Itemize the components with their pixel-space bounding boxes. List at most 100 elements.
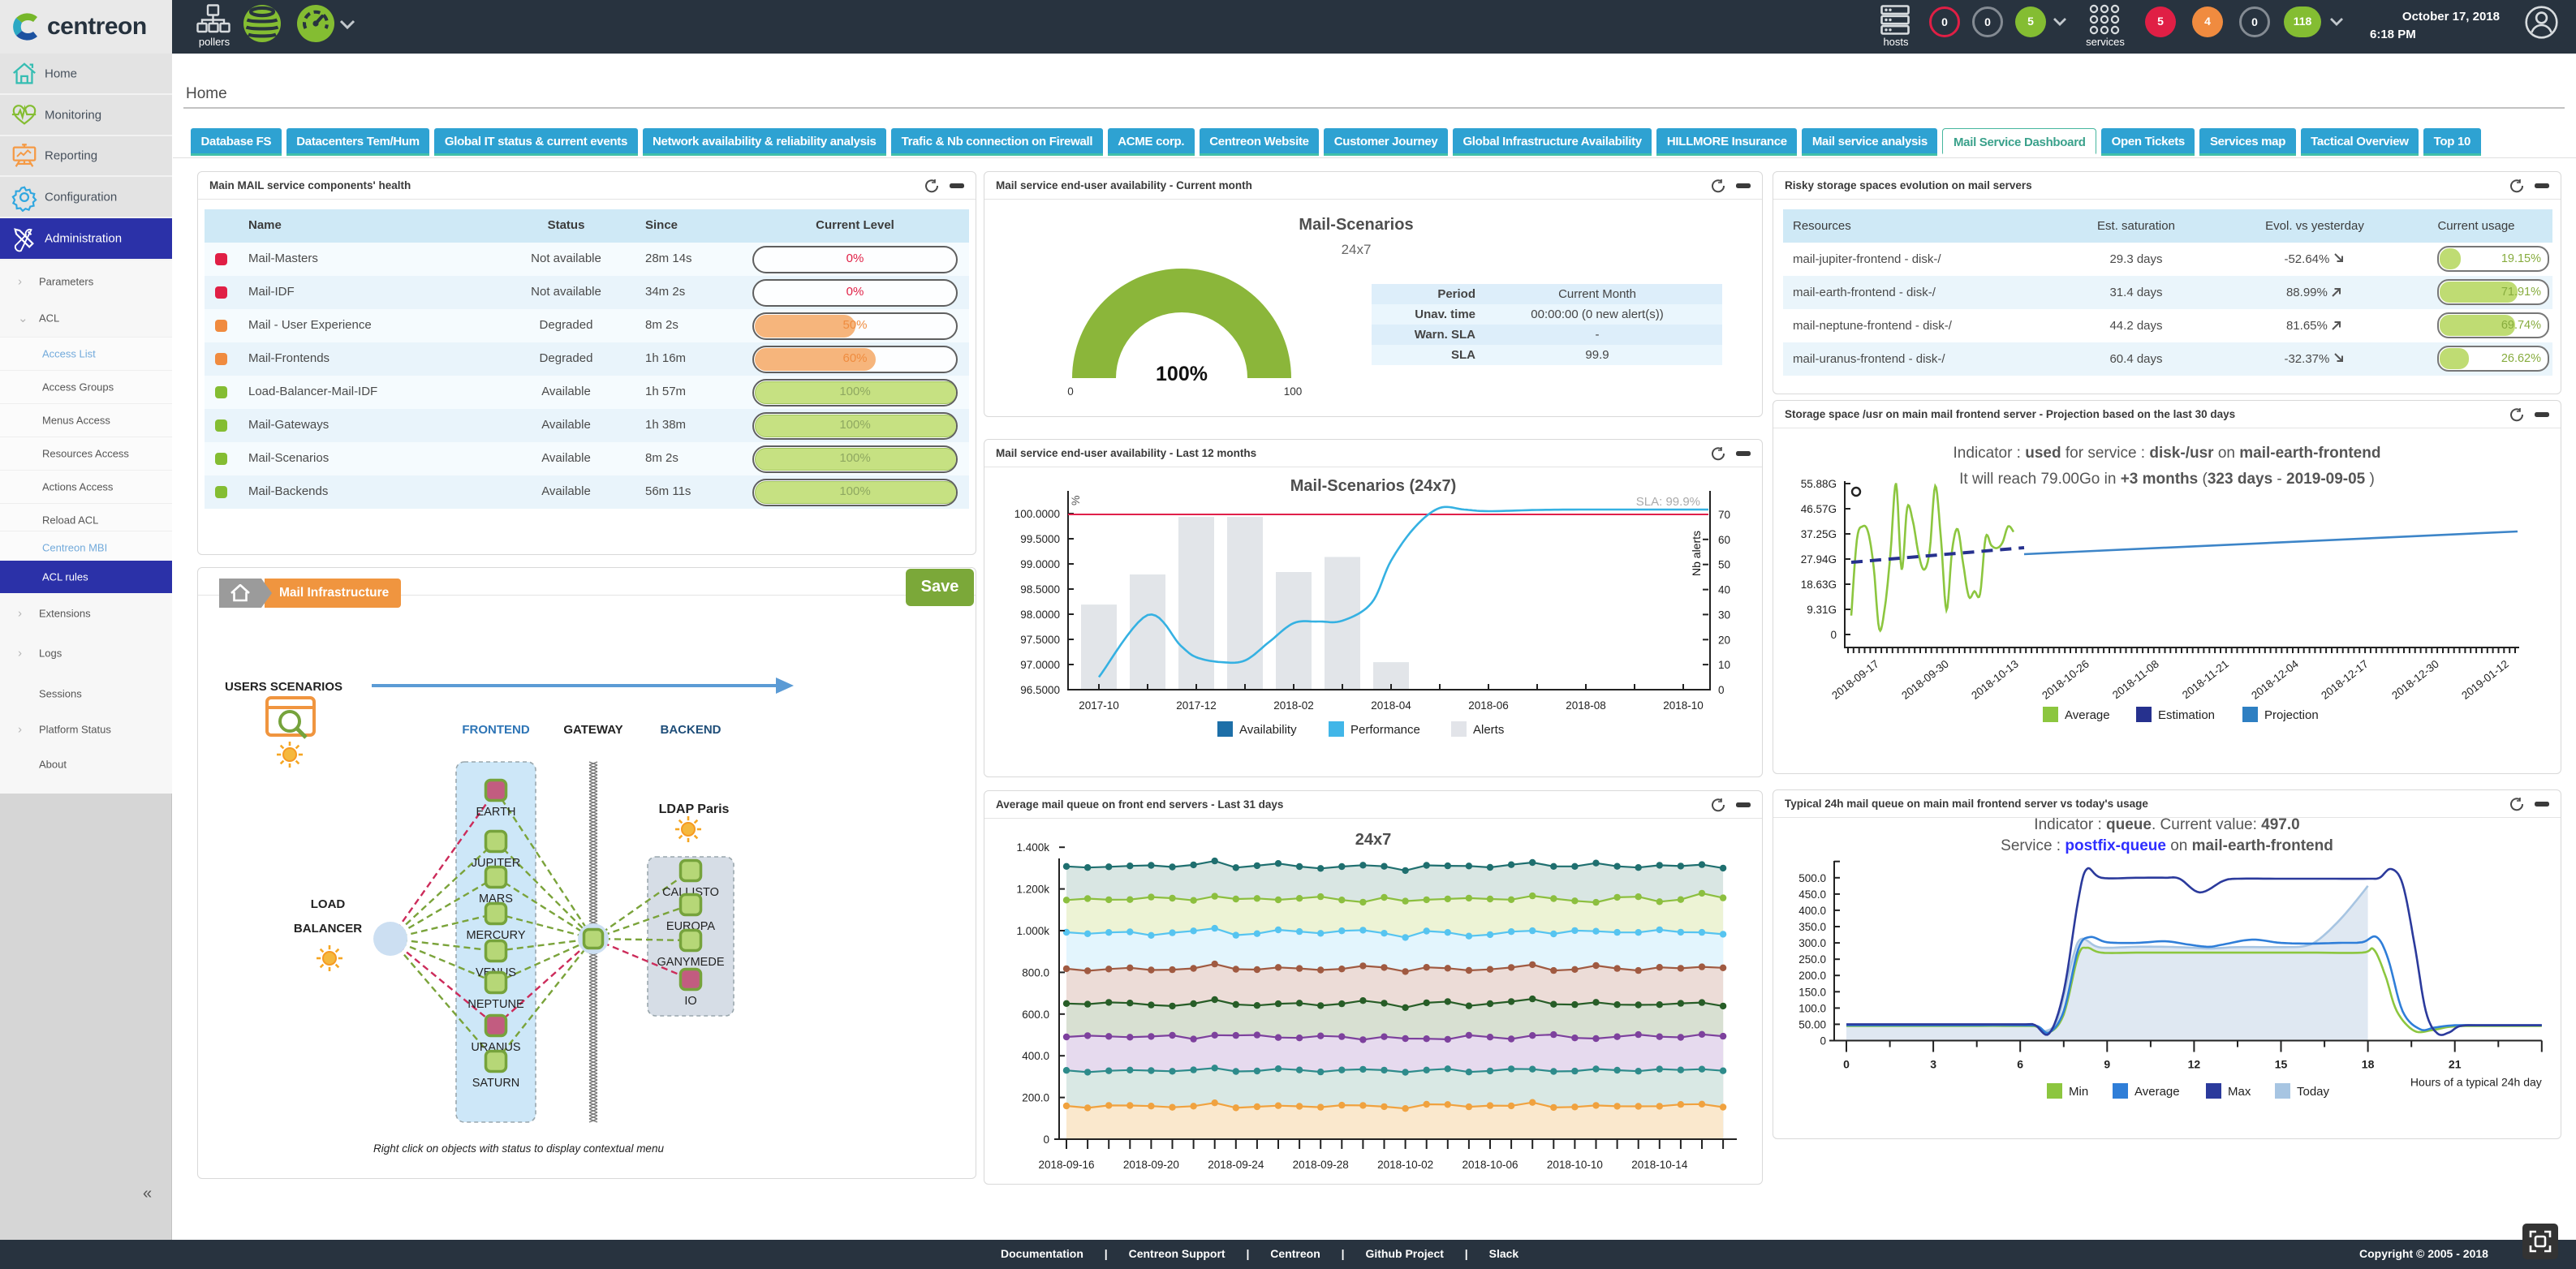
svg-text:BACKEND: BACKEND	[661, 723, 722, 737]
svg-text:150.0: 150.0	[1798, 986, 1826, 998]
svg-text:Performance: Performance	[1350, 723, 1420, 737]
svg-text:1.400k: 1.400k	[1016, 841, 1049, 854]
svg-text:LDAP Paris: LDAP Paris	[659, 802, 730, 816]
svg-text:2018-10-14: 2018-10-14	[1631, 1159, 1688, 1171]
svg-text:2018-09-30: 2018-09-30	[1899, 658, 1951, 702]
svg-text:250.0: 250.0	[1798, 953, 1826, 966]
svg-text:100.0000: 100.0000	[1014, 508, 1060, 520]
svg-text:2018-09-16: 2018-09-16	[1038, 1159, 1094, 1171]
svg-text:30: 30	[1718, 609, 1730, 621]
svg-text:0: 0	[1830, 629, 1837, 641]
svg-text:LOAD: LOAD	[311, 897, 346, 911]
svg-text:60: 60	[1718, 534, 1730, 546]
svg-text:2018-10-13: 2018-10-13	[1969, 658, 2021, 702]
svg-text:55.88G: 55.88G	[1801, 478, 1837, 490]
svg-text:15: 15	[2275, 1058, 2288, 1071]
svg-text:24x7: 24x7	[1355, 831, 1392, 849]
svg-text:Average: Average	[2065, 708, 2110, 722]
svg-text:3: 3	[1930, 1058, 1936, 1071]
svg-text:Estimation: Estimation	[2158, 708, 2215, 722]
svg-text:350.0: 350.0	[1798, 921, 1826, 933]
svg-text:2018-12-30: 2018-12-30	[2389, 658, 2441, 702]
svg-text:97.0000: 97.0000	[1020, 659, 1060, 671]
svg-text:300.0: 300.0	[1798, 937, 1826, 949]
svg-text:SLA: 99.9%: SLA: 99.9%	[1636, 495, 1700, 509]
svg-text:37.25G: 37.25G	[1801, 528, 1837, 540]
svg-text:2018-12-17: 2018-12-17	[2319, 658, 2371, 702]
svg-text:Average: Average	[2134, 1085, 2180, 1099]
svg-text:200.0: 200.0	[1022, 1092, 1049, 1104]
svg-text:2018-10: 2018-10	[1663, 699, 1704, 712]
svg-text:0: 0	[1067, 385, 1074, 398]
svg-text:GATEWAY: GATEWAY	[563, 723, 622, 737]
svg-text:SATURN: SATURN	[472, 1077, 520, 1090]
svg-text:2018-09-24: 2018-09-24	[1208, 1159, 1264, 1171]
svg-text:96.5000: 96.5000	[1020, 684, 1060, 696]
svg-text:0: 0	[1843, 1058, 1850, 1071]
svg-text:800.0: 800.0	[1022, 966, 1049, 979]
svg-text:Projection: Projection	[2264, 708, 2319, 722]
svg-text:2018-02: 2018-02	[1273, 699, 1314, 712]
svg-text:Hours of a typical 24h day: Hours of a typical 24h day	[2410, 1076, 2542, 1089]
svg-text:50: 50	[1718, 559, 1730, 571]
svg-text:NEPTUNE: NEPTUNE	[467, 998, 524, 1011]
svg-text:98.5000: 98.5000	[1020, 583, 1060, 596]
svg-text:Availability: Availability	[1239, 723, 1297, 737]
svg-text:400.0: 400.0	[1798, 905, 1826, 917]
svg-text:Alerts: Alerts	[1473, 723, 1504, 737]
svg-text:EARTH: EARTH	[476, 806, 516, 819]
svg-text:97.5000: 97.5000	[1020, 634, 1060, 646]
svg-text:0: 0	[1820, 1035, 1826, 1047]
svg-text:600.0: 600.0	[1022, 1009, 1049, 1021]
svg-text:BALANCER: BALANCER	[294, 922, 362, 936]
svg-text:0: 0	[1043, 1133, 1049, 1146]
svg-text:500.0: 500.0	[1798, 872, 1826, 884]
svg-text:Min: Min	[2069, 1085, 2088, 1099]
svg-text:98.0000: 98.0000	[1020, 609, 1060, 621]
svg-text:2018-09-28: 2018-09-28	[1293, 1159, 1349, 1171]
svg-text:2019-01-12: 2019-01-12	[2459, 658, 2511, 702]
svg-text:GANYMEDE: GANYMEDE	[657, 956, 725, 969]
svg-text:Right click on objects with st: Right click on objects with status to di…	[373, 1142, 664, 1155]
svg-text:FRONTEND: FRONTEND	[462, 723, 529, 737]
svg-text:46.57G: 46.57G	[1801, 503, 1837, 515]
svg-text:21: 21	[2449, 1058, 2462, 1071]
svg-text:Nb alerts: Nb alerts	[1690, 531, 1703, 576]
svg-text:99.0000: 99.0000	[1020, 558, 1060, 570]
svg-text:27.94G: 27.94G	[1801, 553, 1837, 566]
svg-text:20: 20	[1718, 634, 1730, 646]
svg-text:0: 0	[1718, 684, 1725, 696]
svg-text:2018-12-04: 2018-12-04	[2249, 657, 2301, 702]
svg-text:9.31G: 9.31G	[1807, 604, 1837, 616]
svg-text:100%: 100%	[1156, 363, 1208, 385]
svg-text:50.00: 50.00	[1798, 1018, 1826, 1030]
svg-text:%: %	[1069, 496, 1082, 505]
svg-text:Mail-Scenarios (24x7): Mail-Scenarios (24x7)	[1290, 477, 1457, 495]
svg-text:2018-10-06: 2018-10-06	[1462, 1159, 1518, 1171]
svg-text:Today: Today	[2297, 1085, 2330, 1099]
svg-text:2018-11-08: 2018-11-08	[2110, 658, 2161, 702]
svg-text:Indicator : queue. Current val: Indicator : queue. Current value: 497.0	[2034, 818, 2299, 833]
svg-text:100: 100	[1284, 385, 1303, 398]
svg-text:6: 6	[2017, 1058, 2023, 1071]
svg-text:It will reach 79.00Go in +3 mo: It will reach 79.00Go in +3 months (323 …	[1959, 471, 2375, 488]
svg-text:2018-09-20: 2018-09-20	[1123, 1159, 1179, 1171]
svg-text:2018-08: 2018-08	[1566, 699, 1606, 712]
svg-text:70: 70	[1718, 509, 1730, 521]
svg-text:99.5000: 99.5000	[1020, 533, 1060, 545]
svg-text:12: 12	[2188, 1058, 2201, 1071]
svg-text:2018-06: 2018-06	[1468, 699, 1509, 712]
svg-text:Max: Max	[2228, 1085, 2251, 1099]
svg-text:Indicator : used for service :: Indicator : used for service : disk-/usr…	[1954, 445, 2381, 462]
svg-text:2018-10-10: 2018-10-10	[1547, 1159, 1603, 1171]
svg-text:1.000k: 1.000k	[1016, 925, 1049, 937]
svg-text:2018-04: 2018-04	[1371, 699, 1411, 712]
svg-text:9: 9	[2104, 1058, 2110, 1071]
svg-text:10: 10	[1718, 659, 1730, 671]
svg-text:USERS SCENARIOS: USERS SCENARIOS	[225, 680, 342, 694]
svg-text:18.63G: 18.63G	[1801, 579, 1837, 591]
svg-text:200.0: 200.0	[1798, 970, 1826, 982]
svg-text:400.0: 400.0	[1022, 1050, 1049, 1062]
svg-text:2017-12: 2017-12	[1176, 699, 1217, 712]
svg-text:IO: IO	[684, 995, 696, 1008]
